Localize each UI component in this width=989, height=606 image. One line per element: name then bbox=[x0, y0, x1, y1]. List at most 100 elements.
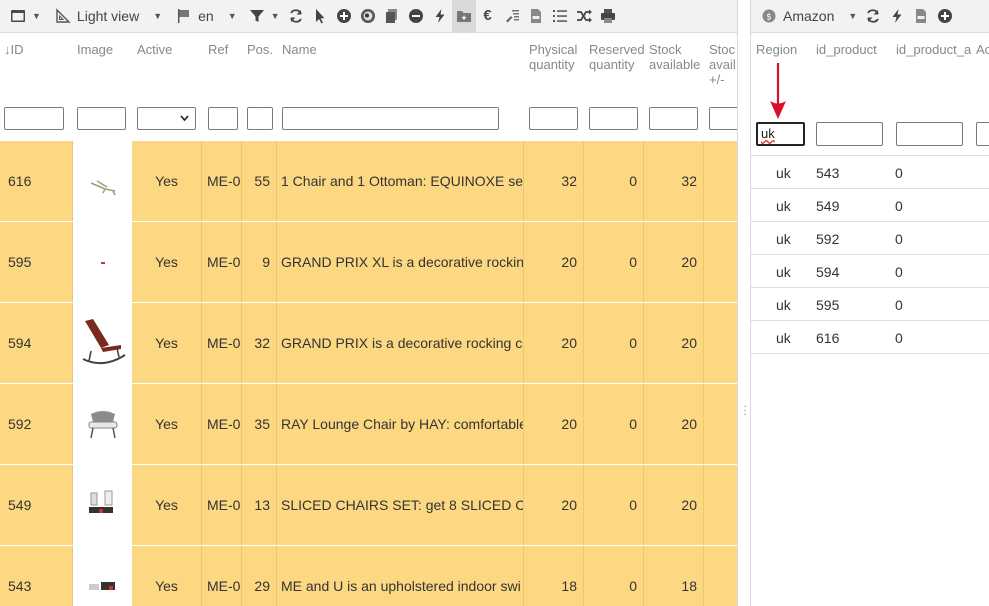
cell-physical-quantity[interactable]: 20 bbox=[524, 222, 584, 302]
export-csv-button[interactable] bbox=[524, 0, 548, 33]
products-grid: ↓ID Image Active Ref Pos. Name Physical … bbox=[0, 33, 737, 606]
cell-ref: ME-0 bbox=[202, 465, 242, 545]
filter-reserved-input[interactable] bbox=[589, 107, 638, 130]
cell-id-product: 594 bbox=[816, 263, 840, 280]
table-row[interactable]: 616 Yes ME-0 55 1 Chair and 1 Ottoman: E… bbox=[0, 141, 737, 222]
duplicate-button[interactable] bbox=[356, 0, 380, 33]
column-header-stock-available-delta[interactable]: Stoc avail +/- bbox=[709, 42, 737, 87]
product-thumbnail bbox=[73, 384, 132, 464]
column-header-ref[interactable]: Ref bbox=[208, 42, 228, 57]
minus-circle-icon bbox=[408, 8, 424, 24]
add-button[interactable] bbox=[933, 0, 957, 33]
cell-id-product-attribute: 0 bbox=[895, 329, 903, 346]
filter-ref-input[interactable] bbox=[208, 107, 238, 130]
cell-physical-quantity[interactable]: 20 bbox=[524, 384, 584, 464]
dollar-coin-icon: $ bbox=[761, 8, 777, 24]
language-selector[interactable]: en ▼ bbox=[172, 0, 241, 33]
column-header-extra[interactable]: Ac bbox=[976, 42, 989, 57]
filter-active-select[interactable] bbox=[137, 107, 196, 130]
table-row[interactable]: uk 543 0 bbox=[751, 156, 989, 189]
product-thumbnail bbox=[73, 303, 132, 383]
filter-stock-delta-input[interactable] bbox=[709, 107, 737, 130]
cell-reserved-quantity: 0 bbox=[584, 222, 644, 302]
cell-physical-quantity[interactable]: 32 bbox=[524, 141, 584, 221]
table-row[interactable]: 592 Yes ME-0 35 RAY Lounge Chair by HAY:… bbox=[0, 384, 737, 465]
cell-ref: ME-0 bbox=[202, 222, 242, 302]
shuffle-button[interactable] bbox=[572, 0, 596, 33]
layout-menu-button[interactable]: ▼ bbox=[6, 0, 45, 33]
column-header-pos[interactable]: Pos. bbox=[247, 42, 273, 57]
list-button[interactable] bbox=[548, 0, 572, 33]
cell-name: ME and U is an upholstered indoor swi bbox=[277, 546, 524, 606]
column-header-id-product-attribute[interactable]: id_product_a bbox=[896, 42, 971, 57]
chevron-down-icon bbox=[180, 115, 189, 122]
column-header-stock-available[interactable]: Stock available bbox=[649, 42, 700, 72]
cell-stock-delta[interactable] bbox=[704, 384, 737, 464]
cell-region: uk bbox=[776, 263, 791, 280]
cell-physical-quantity[interactable]: 20 bbox=[524, 465, 584, 545]
filter-pos-input[interactable] bbox=[247, 107, 273, 130]
panel-splitter[interactable]: · · · bbox=[737, 0, 751, 606]
column-header-id-product[interactable]: id_product bbox=[816, 42, 877, 57]
print-button[interactable] bbox=[596, 0, 620, 33]
column-header-id[interactable]: ↓ID bbox=[4, 42, 24, 57]
table-row[interactable]: 594 Yes ME-0 32 GRAND PRIX is a decorati… bbox=[0, 303, 737, 384]
column-header-reserved-quantity[interactable]: Reserved quantity bbox=[589, 42, 645, 72]
svg-text:$: $ bbox=[766, 13, 772, 23]
cell-pos: 29 bbox=[242, 546, 277, 606]
filter-region-input[interactable]: uk bbox=[756, 122, 805, 146]
table-row[interactable]: uk 595 0 bbox=[751, 288, 989, 321]
mass-edit-button[interactable] bbox=[500, 0, 524, 33]
copy-button[interactable] bbox=[380, 0, 404, 33]
cell-stock-delta[interactable] bbox=[704, 546, 737, 606]
column-header-name[interactable]: Name bbox=[282, 42, 317, 57]
filter-physical-input[interactable] bbox=[529, 107, 578, 130]
table-row[interactable]: uk 549 0 bbox=[751, 189, 989, 222]
cell-stock-delta[interactable] bbox=[704, 222, 737, 302]
quick-action-button[interactable] bbox=[885, 0, 909, 33]
table-row[interactable]: uk 616 0 bbox=[751, 321, 989, 354]
filter-button[interactable]: ▼ bbox=[245, 0, 284, 33]
select-button[interactable] bbox=[308, 0, 332, 33]
caret-down-icon: ▼ bbox=[227, 11, 237, 21]
chairs-set-image bbox=[88, 490, 113, 513]
filter-name-input[interactable] bbox=[282, 107, 499, 130]
filter-id-product-attribute-input[interactable] bbox=[896, 122, 963, 146]
column-header-region[interactable]: Region bbox=[756, 42, 797, 57]
quick-action-button[interactable] bbox=[428, 0, 452, 33]
cell-stock-delta[interactable] bbox=[704, 465, 737, 545]
filter-id-input[interactable] bbox=[4, 107, 64, 130]
table-row[interactable]: uk 592 0 bbox=[751, 222, 989, 255]
cell-stock-delta[interactable] bbox=[704, 141, 737, 221]
view-selector[interactable]: Light view ▼ bbox=[51, 0, 166, 33]
table-row[interactable]: uk 594 0 bbox=[751, 255, 989, 288]
table-row[interactable]: 549 Yes ME-0 13 SLICED CHAIRS SET: get 8… bbox=[0, 465, 737, 546]
caret-down-icon: ▼ bbox=[270, 11, 280, 21]
cell-physical-quantity[interactable]: 20 bbox=[524, 303, 584, 383]
category-button[interactable] bbox=[451, 0, 476, 33]
channel-selector[interactable]: $ Amazon ▼ bbox=[757, 0, 861, 33]
grid-header: ↓ID Image Active Ref Pos. Name Physical … bbox=[0, 33, 737, 141]
filter-image-input[interactable] bbox=[77, 107, 126, 130]
add-button[interactable] bbox=[332, 0, 356, 33]
filter-extra-input[interactable] bbox=[976, 122, 989, 146]
column-header-active[interactable]: Active bbox=[137, 42, 172, 57]
column-header-image[interactable]: Image bbox=[77, 42, 113, 57]
price-button[interactable]: € bbox=[476, 0, 500, 33]
csv-file-icon bbox=[528, 8, 544, 24]
table-row[interactable]: 595 Yes ME-0 9 GRAND PRIX XL is a decora… bbox=[0, 222, 737, 303]
cell-pos: 32 bbox=[242, 303, 277, 383]
cell-physical-quantity[interactable]: 18 bbox=[524, 546, 584, 606]
remove-button[interactable] bbox=[404, 0, 428, 33]
column-header-physical-quantity[interactable]: Physical quantity bbox=[529, 42, 577, 72]
export-csv-button[interactable] bbox=[909, 0, 933, 33]
filter-id-product-input[interactable] bbox=[816, 122, 883, 146]
lightning-icon bbox=[889, 8, 905, 24]
refresh-button[interactable] bbox=[284, 0, 308, 33]
refresh-button[interactable] bbox=[861, 0, 885, 33]
folder-plus-icon bbox=[456, 8, 472, 24]
cell-active: Yes bbox=[132, 222, 202, 302]
table-row[interactable]: 543 Yes ME-0 29 ME and U is an upholster… bbox=[0, 546, 737, 606]
filter-stock-input[interactable] bbox=[649, 107, 698, 130]
cell-stock-delta[interactable] bbox=[704, 303, 737, 383]
